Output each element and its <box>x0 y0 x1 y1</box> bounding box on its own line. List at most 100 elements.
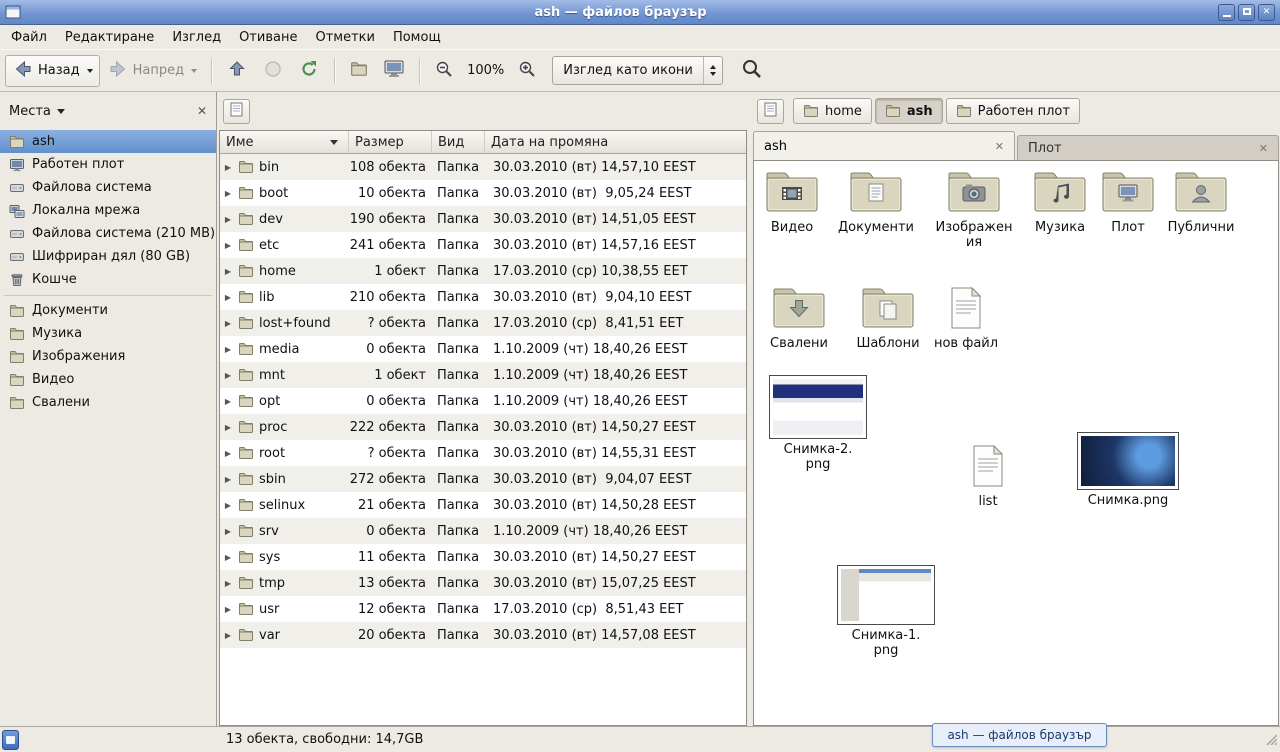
file-row[interactable]: ▶proc222 обектаПапка30.03.2010 (вт) 14,5… <box>220 414 746 440</box>
combo-spinner-icon[interactable] <box>703 57 722 84</box>
resize-grip-icon[interactable] <box>1264 732 1277 749</box>
breadcrumb-button[interactable]: ash <box>875 98 943 124</box>
breadcrumb-button[interactable]: home <box>793 98 872 124</box>
location-toggle-button[interactable] <box>223 99 250 124</box>
expander-icon[interactable]: ▶ <box>223 449 233 458</box>
sidebar-item[interactable]: Локална мрежа <box>0 199 216 222</box>
expander-icon[interactable]: ▶ <box>223 397 233 406</box>
menu-item[interactable]: Изглед <box>163 28 230 47</box>
expander-icon[interactable]: ▶ <box>223 527 233 536</box>
tab-close-icon[interactable]: ✕ <box>995 140 1004 153</box>
sidebar-title[interactable]: Места <box>9 104 51 119</box>
column-header[interactable]: Размер <box>349 131 432 154</box>
sidebar-item[interactable]: Музика <box>0 322 216 345</box>
expander-icon[interactable]: ▶ <box>223 553 233 562</box>
menu-item[interactable]: Отметки <box>306 28 383 47</box>
icon-view-item[interactable]: Документи <box>838 171 914 235</box>
minimize-button[interactable] <box>1218 4 1235 21</box>
icon-view-item[interactable]: Изображен ия <box>936 171 1012 250</box>
sidebar-item[interactable]: ash <box>0 130 216 153</box>
sidebar-item[interactable]: Работен плот <box>0 153 216 176</box>
file-row[interactable]: ▶dev190 обектаПапка30.03.2010 (вт) 14,51… <box>220 206 746 232</box>
expander-icon[interactable]: ▶ <box>223 345 233 354</box>
column-header[interactable]: Дата на промяна <box>485 131 746 154</box>
file-row[interactable]: ▶usr12 обектаПапка17.03.2010 (ср) 8,51,4… <box>220 596 746 622</box>
forward-button[interactable]: Напред <box>100 55 204 87</box>
file-row[interactable]: ▶lost+found? обектаПапка17.03.2010 (ср) … <box>220 310 746 336</box>
file-row[interactable]: ▶etc241 обектаПапка30.03.2010 (вт) 14,57… <box>220 232 746 258</box>
expander-icon[interactable]: ▶ <box>223 163 233 172</box>
location-toggle-button[interactable] <box>757 99 784 124</box>
sidebar-close-icon[interactable]: ✕ <box>197 104 207 118</box>
sidebar-item[interactable]: Файлова система (210 MB) <box>0 222 216 245</box>
file-row[interactable]: ▶opt0 обектаПапка1.10.2009 (чт) 18,40,26… <box>220 388 746 414</box>
file-row[interactable]: ▶lib210 обектаПапка30.03.2010 (вт) 9,04,… <box>220 284 746 310</box>
expander-icon[interactable]: ▶ <box>223 241 233 250</box>
icon-view-item[interactable]: Снимка-1. png <box>834 565 938 658</box>
expander-icon[interactable]: ▶ <box>223 371 233 380</box>
menu-item[interactable]: Редактиране <box>56 28 163 47</box>
zoom-out-button[interactable] <box>427 55 461 87</box>
icon-view-item[interactable]: Музика <box>1022 171 1098 235</box>
icon-view-item[interactable]: Публични <box>1163 171 1239 235</box>
close-button[interactable]: ✕ <box>1258 4 1275 21</box>
file-row[interactable]: ▶selinux21 обектаПапка30.03.2010 (вт) 14… <box>220 492 746 518</box>
breadcrumb-button[interactable]: Работен плот <box>946 98 1080 124</box>
menu-item[interactable]: Помощ <box>384 28 450 47</box>
tab[interactable]: ash✕ <box>753 131 1015 160</box>
icon-view-item[interactable]: нов файл <box>928 287 1004 351</box>
icon-view[interactable]: ВидеоДокументи Изображен ияМузикаПлотПубл… <box>753 160 1279 726</box>
reload-button[interactable] <box>291 55 327 87</box>
file-row[interactable]: ▶var20 обектаПапка30.03.2010 (вт) 14,57,… <box>220 622 746 648</box>
sidebar-item[interactable]: Изображения <box>0 345 216 368</box>
file-row[interactable]: ▶tmp13 обектаПапка30.03.2010 (вт) 15,07,… <box>220 570 746 596</box>
sidebar-item[interactable]: Файлова система <box>0 176 216 199</box>
sidebar-item[interactable]: Документи <box>0 299 216 322</box>
tab[interactable]: Плот✕ <box>1017 135 1279 160</box>
home-button[interactable] <box>342 55 376 87</box>
column-header[interactable]: Име <box>220 131 349 154</box>
expander-icon[interactable]: ▶ <box>223 605 233 614</box>
expander-icon[interactable]: ▶ <box>223 631 233 640</box>
maximize-button[interactable] <box>1238 4 1255 21</box>
icon-view-item[interactable]: Плот <box>1090 171 1166 235</box>
taskbar-window-button[interactable]: ash — файлов браузър <box>932 723 1107 747</box>
file-row[interactable]: ▶mnt1 обектПапка1.10.2009 (чт) 18,40,26 … <box>220 362 746 388</box>
taskbar-app-icon[interactable] <box>2 730 19 750</box>
back-history-arrow-icon[interactable] <box>87 69 93 73</box>
icon-view-item[interactable]: Свалени <box>761 287 837 351</box>
sidebar-item[interactable]: Видео <box>0 368 216 391</box>
file-row[interactable]: ▶root? обектаПапка30.03.2010 (вт) 14,55,… <box>220 440 746 466</box>
computer-button[interactable] <box>376 55 412 87</box>
expander-icon[interactable]: ▶ <box>223 215 233 224</box>
sidebar-item[interactable]: Шифриран дял (80 GB) <box>0 245 216 268</box>
column-header[interactable]: Вид <box>432 131 485 154</box>
back-button[interactable]: Назад <box>5 55 100 87</box>
titlebar[interactable]: ash — файлов браузър ✕ <box>0 0 1280 25</box>
icon-view-item[interactable]: Шаблони <box>850 287 926 351</box>
file-row[interactable]: ▶srv0 обектаПапка1.10.2009 (чт) 18,40,26… <box>220 518 746 544</box>
tab-close-icon[interactable]: ✕ <box>1259 142 1268 155</box>
expander-icon[interactable]: ▶ <box>223 501 233 510</box>
view-mode-select[interactable]: Изглед като икони <box>552 56 723 85</box>
sidebar-item[interactable]: Свалени <box>0 391 216 414</box>
expander-icon[interactable]: ▶ <box>223 579 233 588</box>
expander-icon[interactable]: ▶ <box>223 267 233 276</box>
menu-item[interactable]: Отиване <box>230 28 306 47</box>
expander-icon[interactable]: ▶ <box>223 319 233 328</box>
chevron-down-icon[interactable] <box>57 109 65 114</box>
sidebar-item[interactable]: Кошче <box>0 268 216 291</box>
expander-icon[interactable]: ▶ <box>223 475 233 484</box>
file-row[interactable]: ▶boot10 обектаПапка30.03.2010 (вт) 9,05,… <box>220 180 746 206</box>
search-button[interactable] <box>733 55 771 87</box>
icon-view-item[interactable]: Видео <box>754 171 830 235</box>
icon-view-item[interactable]: Снимка.png <box>1074 432 1182 508</box>
icon-view-item[interactable]: Снимка-2. png <box>766 375 870 472</box>
menu-item[interactable]: Файл <box>2 28 56 47</box>
file-row[interactable]: ▶home1 обектПапка17.03.2010 (ср) 10,38,5… <box>220 258 746 284</box>
expander-icon[interactable]: ▶ <box>223 423 233 432</box>
stop-button[interactable] <box>255 55 291 87</box>
icon-view-item[interactable]: list <box>950 445 1026 509</box>
file-row[interactable]: ▶sbin272 обектаПапка30.03.2010 (вт) 9,04… <box>220 466 746 492</box>
up-button[interactable] <box>219 55 255 87</box>
